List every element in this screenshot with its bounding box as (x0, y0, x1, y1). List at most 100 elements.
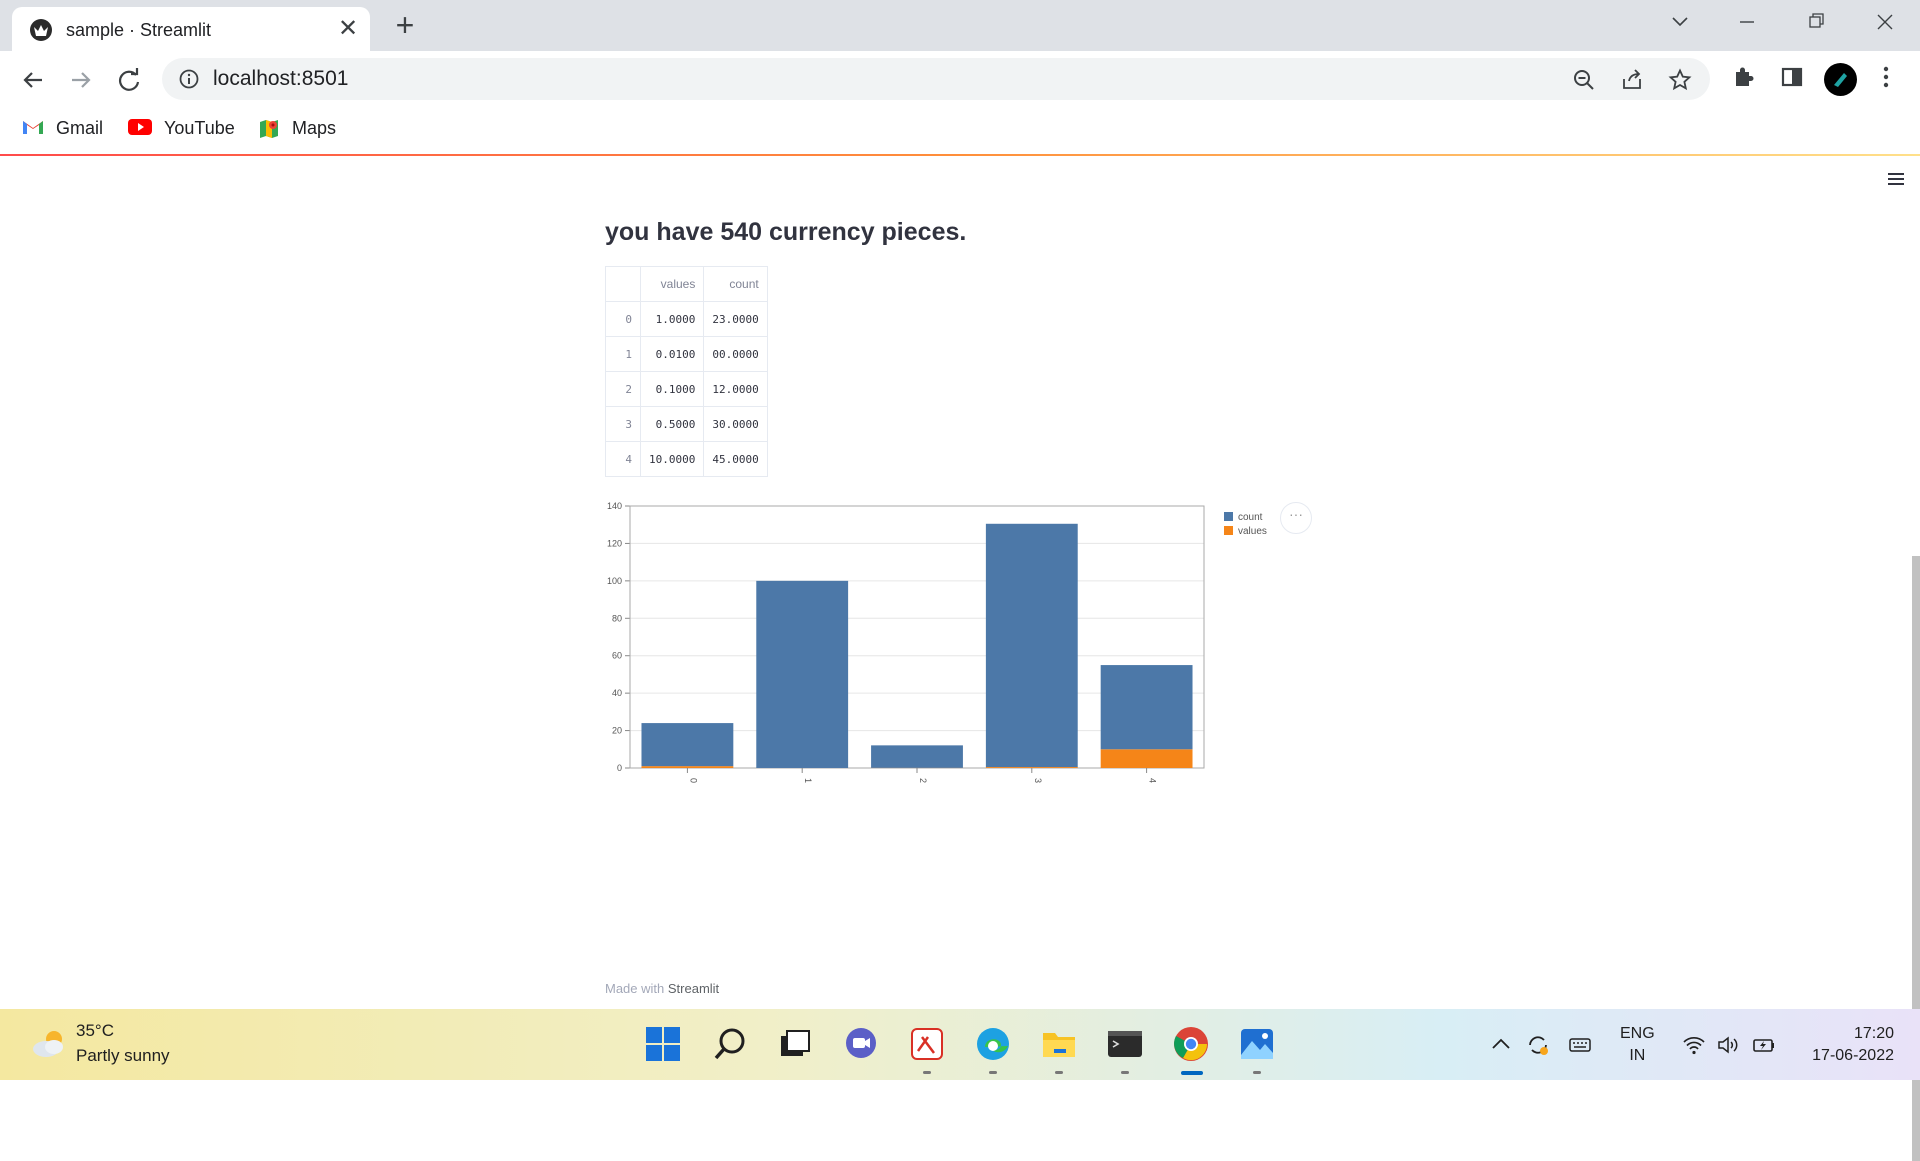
bar-count-2 (871, 745, 963, 767)
terminal-icon[interactable] (1106, 1025, 1144, 1063)
footer: Made with Streamlit (605, 981, 719, 996)
photos-icon[interactable] (1238, 1025, 1276, 1063)
share-icon[interactable] (1620, 68, 1644, 92)
battery-charging-icon[interactable] (1752, 1033, 1776, 1057)
table-cell[interactable]: 10.0000 (641, 442, 704, 477)
browser-toolbar: localhost:8501 (0, 51, 1920, 106)
legend-label: count (1238, 512, 1263, 523)
edge-icon[interactable] (974, 1025, 1012, 1063)
side-panel-icon[interactable] (1778, 63, 1806, 91)
table-cell[interactable]: 0.1000 (641, 372, 704, 407)
y-tick-label: 80 (612, 613, 622, 623)
tab-search-chevron-icon[interactable] (1660, 8, 1700, 36)
y-tick-label: 120 (607, 538, 622, 548)
table-cell[interactable]: 30.0000 (704, 407, 767, 442)
maps-icon (258, 118, 280, 140)
bookmark-star-icon[interactable] (1668, 68, 1692, 92)
system-clock[interactable]: 17:20 17-06-2022 (1794, 1023, 1894, 1067)
table-cell[interactable]: 0.5000 (641, 407, 704, 442)
forward-button[interactable] (64, 63, 98, 97)
bookmark-label: Maps (292, 118, 336, 139)
keyboard-icon[interactable] (1568, 1033, 1592, 1057)
row-index: 4 (606, 442, 641, 477)
table-cell[interactable]: 12.0000 (704, 372, 767, 407)
column-header[interactable]: values (641, 267, 704, 302)
chat-icon[interactable] (842, 1025, 880, 1063)
table-cell[interactable]: 45.0000 (704, 442, 767, 477)
reload-button[interactable] (112, 63, 146, 97)
legend-label: values (1238, 526, 1267, 537)
browser-menu-icon[interactable] (1872, 63, 1900, 91)
column-header[interactable]: count (704, 267, 767, 302)
streamlit-favicon-icon (30, 19, 52, 41)
bookmark-label: YouTube (164, 118, 235, 139)
running-indicator (923, 1071, 931, 1074)
row-index: 3 (606, 407, 641, 442)
region-code: IN (1620, 1045, 1655, 1067)
table-cell[interactable]: 1.0000 (641, 302, 704, 337)
streamlit-app: you have 540 currency pieces. values cou… (0, 156, 1920, 1009)
zoom-icon[interactable] (1572, 68, 1596, 92)
back-button[interactable] (16, 63, 50, 97)
task-view-icon[interactable] (776, 1025, 814, 1063)
x-tick-label: 3 (1033, 778, 1043, 783)
chart-actions-menu-icon[interactable]: ··· (1280, 502, 1312, 534)
bar-values-0 (641, 766, 733, 768)
y-tick-label: 60 (612, 651, 622, 661)
site-info-icon[interactable] (178, 68, 200, 95)
chrome-icon[interactable] (1172, 1025, 1210, 1063)
volume-icon[interactable] (1716, 1033, 1740, 1057)
minimize-button[interactable] (1727, 8, 1767, 36)
extensions-icon[interactable] (1730, 63, 1758, 91)
close-tab-icon[interactable]: ✕ (334, 15, 362, 43)
gmail-icon (22, 118, 44, 136)
close-window-button[interactable] (1865, 8, 1905, 36)
profile-avatar[interactable] (1824, 63, 1857, 96)
table-cell[interactable]: 23.0000 (704, 302, 767, 337)
stacked-bar-chart[interactable]: 02040608010012014001234countvalues (590, 496, 1290, 956)
bar-count-1 (756, 581, 848, 768)
y-tick-label: 140 (607, 501, 622, 511)
row-index: 1 (606, 337, 641, 372)
bookmark-gmail[interactable]: Gmail (22, 116, 106, 142)
url-text: localhost:8501 (213, 67, 348, 91)
x-tick-label: 4 (1148, 778, 1158, 783)
table-row: 4 10.0000 45.0000 (606, 442, 768, 477)
table-row: 2 0.1000 12.0000 (606, 372, 768, 407)
clock-date: 17-06-2022 (1794, 1045, 1894, 1067)
browser-tab[interactable]: sample · Streamlit ✕ (12, 7, 370, 51)
address-bar[interactable]: localhost:8501 (162, 58, 1710, 100)
show-hidden-icons-chevron-icon[interactable] (1489, 1033, 1513, 1057)
index-header (606, 267, 641, 302)
y-tick-label: 40 (612, 688, 622, 698)
bar-count-4 (1101, 665, 1193, 749)
new-tab-button[interactable]: + (390, 11, 420, 41)
streamlit-link[interactable]: Streamlit (668, 981, 719, 996)
dataframe-table[interactable]: values count 0 1.0000 23.0000 1 0.0100 0… (605, 266, 768, 477)
bookmark-maps[interactable]: Maps (258, 116, 342, 142)
bookmark-youtube[interactable]: YouTube (128, 116, 238, 142)
row-index: 2 (606, 372, 641, 407)
start-button-icon[interactable] (644, 1025, 682, 1063)
bookmark-label: Gmail (56, 118, 103, 139)
snipping-tool-icon[interactable] (908, 1025, 946, 1063)
x-tick-label: 0 (688, 778, 698, 783)
running-indicator (989, 1071, 997, 1074)
weather-temperature[interactable]: 35°C (76, 1021, 114, 1041)
tab-title: sample · Streamlit (66, 20, 211, 41)
x-tick-label: 1 (803, 778, 813, 783)
file-explorer-icon[interactable] (1040, 1025, 1078, 1063)
main-menu-icon[interactable] (1888, 173, 1904, 188)
language-indicator[interactable]: ENG IN (1620, 1023, 1655, 1067)
search-icon[interactable] (711, 1025, 749, 1063)
restore-button[interactable] (1796, 8, 1836, 36)
table-cell[interactable]: 0.0100 (641, 337, 704, 372)
table-row: 1 0.0100 00.0000 (606, 337, 768, 372)
wifi-icon[interactable] (1682, 1033, 1706, 1057)
running-indicator (1055, 1071, 1063, 1074)
weather-description[interactable]: Partly sunny (76, 1046, 170, 1066)
clock-time: 17:20 (1794, 1023, 1894, 1045)
partly-sunny-icon[interactable] (30, 1027, 70, 1066)
table-cell[interactable]: 00.0000 (704, 337, 767, 372)
sync-icon[interactable] (1526, 1033, 1550, 1057)
